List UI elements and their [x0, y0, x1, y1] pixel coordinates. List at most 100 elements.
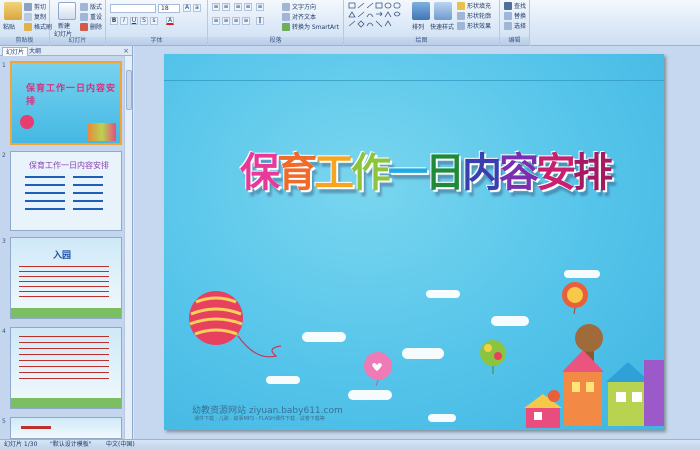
close-panel-icon[interactable]: ×: [123, 47, 129, 55]
slide-thumbnail-4[interactable]: [10, 327, 122, 409]
slide-title-char: 一: [388, 149, 428, 196]
thumbnail-number: 3: [2, 238, 6, 245]
shapes-gallery[interactable]: [348, 2, 404, 30]
scrollbar-thumb[interactable]: [126, 70, 132, 110]
tab-outline[interactable]: 大纲: [26, 47, 44, 56]
thumbnail-body: [19, 266, 109, 300]
arrange-button[interactable]: 排列: [412, 22, 424, 31]
find-button[interactable]: 查找: [504, 1, 526, 10]
cloud: [348, 390, 392, 400]
slide-title-char: 日: [425, 149, 465, 196]
cloud: [426, 290, 460, 298]
drawing-group: 排列 快速样式 形状填充 形状轮廓 形状效果 绘图: [344, 0, 500, 46]
green-balloon-icon: [480, 340, 506, 374]
copy-button[interactable]: 复制: [24, 12, 46, 21]
editing-group: 查找 替换 选择 编辑: [500, 0, 530, 46]
align-right-button[interactable]: ≡: [232, 17, 240, 25]
align-center-button[interactable]: ≡: [222, 17, 230, 25]
decrease-indent-button[interactable]: ≡: [234, 3, 242, 11]
numbering-button[interactable]: ≡: [222, 3, 230, 11]
slide-title-char: 排: [573, 149, 613, 196]
status-bar: 幻灯片 1/30 "默认设计模板" 中文(中国): [0, 439, 700, 449]
font-color-button[interactable]: A: [166, 17, 174, 25]
big-balloon-icon: [189, 291, 282, 358]
pen-icon: [457, 11, 465, 20]
justify-button[interactable]: ≡: [242, 17, 250, 25]
columns-button[interactable]: ‖: [256, 17, 264, 25]
shape-effects-button[interactable]: 形状效果: [457, 21, 491, 30]
select-icon: [504, 21, 512, 30]
ribbon: 粘贴 剪切 复制 格式刷 剪贴板 新建 幻灯片 版式 重设 删除 幻灯片 18 …: [0, 0, 700, 46]
quick-styles-icon[interactable]: [434, 2, 452, 20]
houses-illustration: [524, 324, 664, 428]
slide-thumbnail-3[interactable]: 入园: [10, 237, 122, 319]
editing-group-label: 编辑: [500, 37, 529, 45]
slide-thumbnail-2[interactable]: 保育工作一日内容安排: [10, 151, 122, 231]
slide-thumbnail-1[interactable]: 保育工作一日内容安排: [10, 61, 122, 145]
delete-button[interactable]: 删除: [80, 22, 102, 31]
heart-balloon-icon: [364, 352, 392, 386]
thumbnail-number: 5: [2, 418, 6, 425]
font-name-combo[interactable]: [110, 4, 156, 13]
line-spacing-button[interactable]: ≡: [256, 3, 264, 11]
arrange-icon[interactable]: [412, 2, 430, 20]
reset-button[interactable]: 重设: [80, 12, 102, 21]
paste-button[interactable]: 粘贴: [3, 22, 15, 31]
thumbnail-body: [21, 426, 51, 429]
shrink-font-button[interactable]: a: [193, 4, 201, 12]
smartart-button[interactable]: 转换为 SmartArt: [282, 22, 339, 31]
shape-outline-button[interactable]: 形状轮廓: [457, 11, 491, 20]
slide-thumbnail-5[interactable]: [10, 417, 122, 439]
current-slide[interactable]: 保 育 工 作 一 日 内 容 安 排 幼教资源网站 ziyuan.baby61…: [164, 54, 664, 430]
select-button[interactable]: 选择: [504, 21, 526, 30]
thumbnail-body: [19, 336, 109, 384]
format-painter-button[interactable]: 格式刷: [24, 22, 52, 31]
brush-icon: [24, 22, 32, 31]
text-direction-button[interactable]: 文字方向: [282, 2, 316, 11]
layout-button[interactable]: 版式: [80, 2, 102, 11]
delete-icon: [80, 22, 88, 31]
cut-button[interactable]: 剪切: [24, 2, 46, 11]
thumbnail-body-right: [73, 176, 103, 212]
slide-title-char: 育: [277, 149, 317, 196]
replace-button[interactable]: 替换: [504, 11, 526, 20]
align-left-button[interactable]: ≡: [212, 17, 220, 25]
tab-slides[interactable]: 幻灯片: [2, 47, 29, 56]
thumbnail-title: 保育工作一日内容安排: [29, 161, 109, 170]
paragraph-group: ≡ ≡ ≡ ≡ ≡ ≡ ≡ ≡ ≡ ‖ 文字方向 对齐文本 转换为 SmartA…: [208, 0, 344, 46]
language-indicator[interactable]: 中文(中国): [106, 440, 135, 449]
thumbnail-body: [25, 176, 65, 212]
strikethrough-button[interactable]: S: [140, 17, 148, 25]
font-group: 18 A a B I U S s A 字体: [106, 0, 208, 46]
shadow-button[interactable]: s: [150, 17, 158, 25]
cloud: [564, 270, 600, 278]
houses-icon: [88, 123, 116, 141]
slide-title-char: 内: [462, 149, 502, 196]
bullets-button[interactable]: ≡: [212, 3, 220, 11]
theme-name: "默认设计模板": [50, 441, 92, 448]
align-text-button[interactable]: 对齐文本: [282, 12, 316, 21]
new-slide-icon[interactable]: [58, 2, 76, 20]
balloon-icon: [20, 115, 34, 129]
font-size-combo[interactable]: 18: [158, 4, 180, 13]
cloud: [402, 348, 444, 359]
underline-button[interactable]: U: [130, 17, 138, 25]
grow-font-button[interactable]: A: [183, 4, 191, 12]
paragraph-group-label: 段落: [208, 37, 343, 45]
increase-indent-button[interactable]: ≡: [244, 3, 252, 11]
slide-editor: 保 育 工 作 一 日 内 容 安 排 幼教资源网站 ziyuan.baby61…: [134, 46, 700, 439]
panel-tabs: 幻灯片 大纲 ×: [0, 46, 132, 56]
paste-icon[interactable]: [4, 2, 22, 20]
thumbnail-number: 2: [2, 152, 6, 159]
panel-scrollbar[interactable]: [124, 56, 132, 439]
copy-icon: [24, 12, 32, 21]
bold-button[interactable]: B: [110, 17, 118, 25]
text-direction-icon: [282, 2, 290, 11]
slide-title-char: 保: [240, 149, 280, 196]
effects-icon: [457, 21, 465, 30]
italic-button[interactable]: I: [120, 17, 128, 25]
quick-styles-button[interactable]: 快速样式: [430, 22, 454, 31]
shape-fill-button[interactable]: 形状填充: [457, 1, 491, 10]
drawing-group-label: 绘图: [344, 37, 499, 45]
align-text-icon: [282, 12, 290, 21]
